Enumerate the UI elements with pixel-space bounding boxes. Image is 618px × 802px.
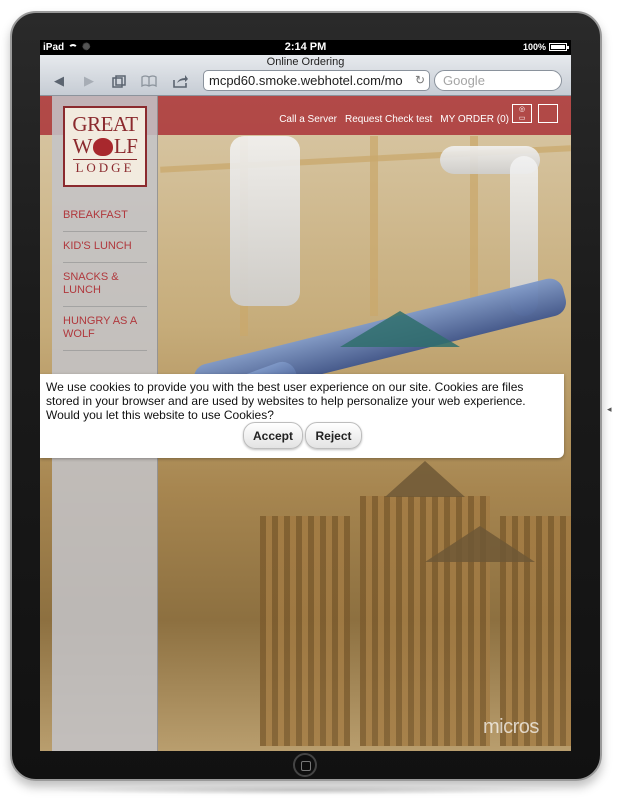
back-arrow-icon[interactable]: ◀ bbox=[50, 73, 68, 89]
battery-icon bbox=[549, 43, 569, 51]
side-arrow-icon: ◂ bbox=[607, 404, 612, 414]
status-time: 2:14 PM bbox=[284, 41, 327, 53]
url-field[interactable]: mcpd60.smoke.webhotel.com/mo ↻ bbox=[203, 70, 430, 91]
my-order-link[interactable]: MY ORDER (0) bbox=[440, 114, 509, 125]
menu-item-breakfast[interactable]: BREAKFAST bbox=[63, 201, 147, 232]
reject-button[interactable]: Reject bbox=[305, 422, 362, 449]
category-menu: BREAKFAST KID'S LUNCH SNACKS & LUNCH HUN… bbox=[63, 201, 147, 351]
search-field[interactable]: Google bbox=[434, 70, 562, 91]
battery-percent: 100% bbox=[522, 42, 546, 52]
browser-page-title: Online Ordering bbox=[266, 56, 345, 68]
ipad-screen: iPad ✺ 2:14 PM 100% Online Ordering ◀ ▶ … bbox=[40, 40, 571, 751]
paw-print-icon bbox=[92, 138, 113, 156]
menu-item-hungry-as-a-wolf[interactable]: HUNGRY AS A WOLF bbox=[63, 307, 147, 351]
top-nav: Call a Server Request Check test MY ORDE… bbox=[279, 114, 509, 125]
menu-item-kids-lunch[interactable]: KID'S LUNCH bbox=[63, 232, 147, 263]
request-check-link[interactable]: Request Check test bbox=[345, 114, 432, 125]
cookie-message: We use cookies to provide you with the b… bbox=[46, 380, 526, 422]
reload-icon[interactable]: ↻ bbox=[414, 73, 425, 87]
browser-toolbar: Online Ordering ◀ ▶ mcpd60.smoke.webhote… bbox=[40, 55, 571, 96]
status-bar: iPad ✺ 2:14 PM 100% bbox=[40, 40, 571, 55]
share-icon[interactable] bbox=[172, 73, 190, 89]
call-server-link[interactable]: Call a Server bbox=[279, 114, 337, 125]
cookie-consent-dialog: We use cookies to provide you with the b… bbox=[40, 374, 564, 458]
search-placeholder: Google bbox=[443, 73, 485, 88]
menu-box-icon[interactable] bbox=[538, 104, 558, 123]
great-wolf-lodge-logo[interactable]: GREAT W LF LODGE bbox=[63, 106, 147, 187]
url-text: mcpd60.smoke.webhotel.com/mo bbox=[209, 73, 403, 88]
accept-button[interactable]: Accept bbox=[243, 422, 303, 449]
forward-arrow-icon[interactable]: ▶ bbox=[80, 73, 98, 89]
bookmarks-icon[interactable] bbox=[140, 73, 158, 89]
home-button[interactable] bbox=[293, 753, 317, 777]
menu-item-snacks-lunch[interactable]: SNACKS & LUNCH bbox=[63, 263, 147, 307]
cart-icon[interactable]: ◎ ▭ bbox=[512, 104, 532, 123]
tabs-icon[interactable] bbox=[110, 73, 128, 89]
micros-watermark: micros bbox=[483, 716, 539, 738]
